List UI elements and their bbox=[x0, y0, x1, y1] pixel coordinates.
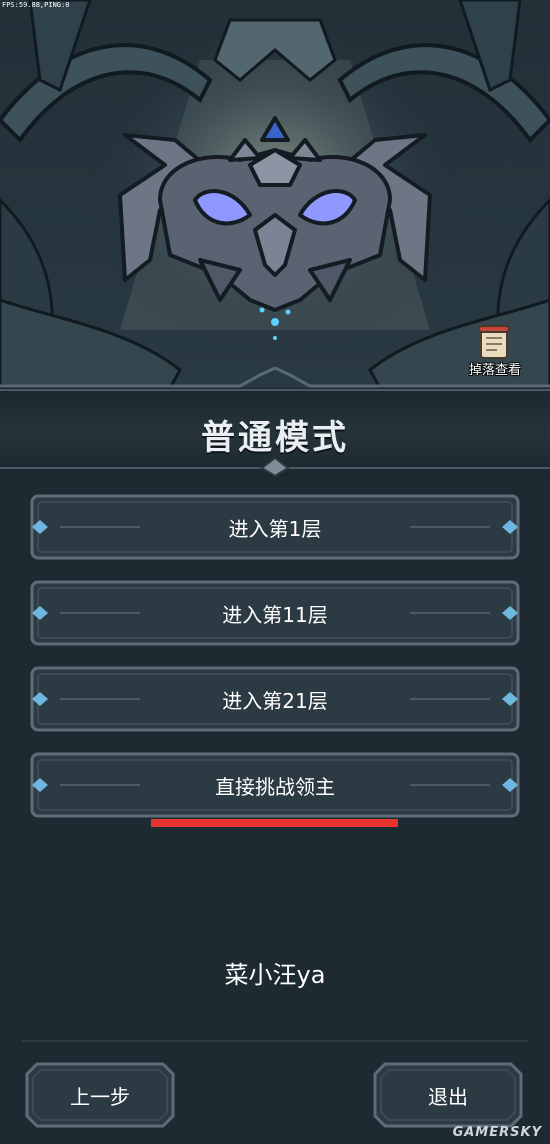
mode-title: 普通模式 bbox=[201, 418, 349, 458]
exit-label: 退出 bbox=[428, 1084, 468, 1109]
enter-floor-21-label: 进入第21层 bbox=[222, 688, 328, 713]
back-label: 上一步 bbox=[70, 1084, 130, 1109]
loot-preview-button[interactable]: 掉落查看 bbox=[460, 322, 530, 378]
enter-floor-1-button[interactable]: 进入第1层 bbox=[30, 494, 520, 560]
challenge-boss-label: 直接挑战领主 bbox=[215, 774, 335, 799]
highlight-underline bbox=[151, 819, 398, 827]
loot-preview-label: 掉落查看 bbox=[468, 363, 521, 378]
challenge-boss-button[interactable]: 直接挑战领主 bbox=[30, 752, 520, 818]
mode-title-band: 普通模式 bbox=[0, 388, 550, 476]
fps-readout: FPS:59.88,PING:0 bbox=[2, 1, 70, 9]
scroll-icon bbox=[478, 325, 510, 359]
author-watermark: 菜小汪ya bbox=[224, 961, 326, 989]
exit-button[interactable]: 退出 bbox=[373, 1062, 523, 1128]
enter-floor-21-button[interactable]: 进入第21层 bbox=[30, 666, 520, 732]
site-watermark: GAMERSKY bbox=[452, 1125, 542, 1140]
enter-floor-11-label: 进入第11层 bbox=[222, 602, 328, 627]
back-button[interactable]: 上一步 bbox=[25, 1062, 175, 1128]
footer-divider bbox=[22, 1040, 528, 1042]
enter-floor-1-label: 进入第1层 bbox=[228, 516, 322, 541]
boss-scene: 掉落查看 bbox=[0, 0, 550, 388]
enter-floor-11-button[interactable]: 进入第11层 bbox=[30, 580, 520, 646]
